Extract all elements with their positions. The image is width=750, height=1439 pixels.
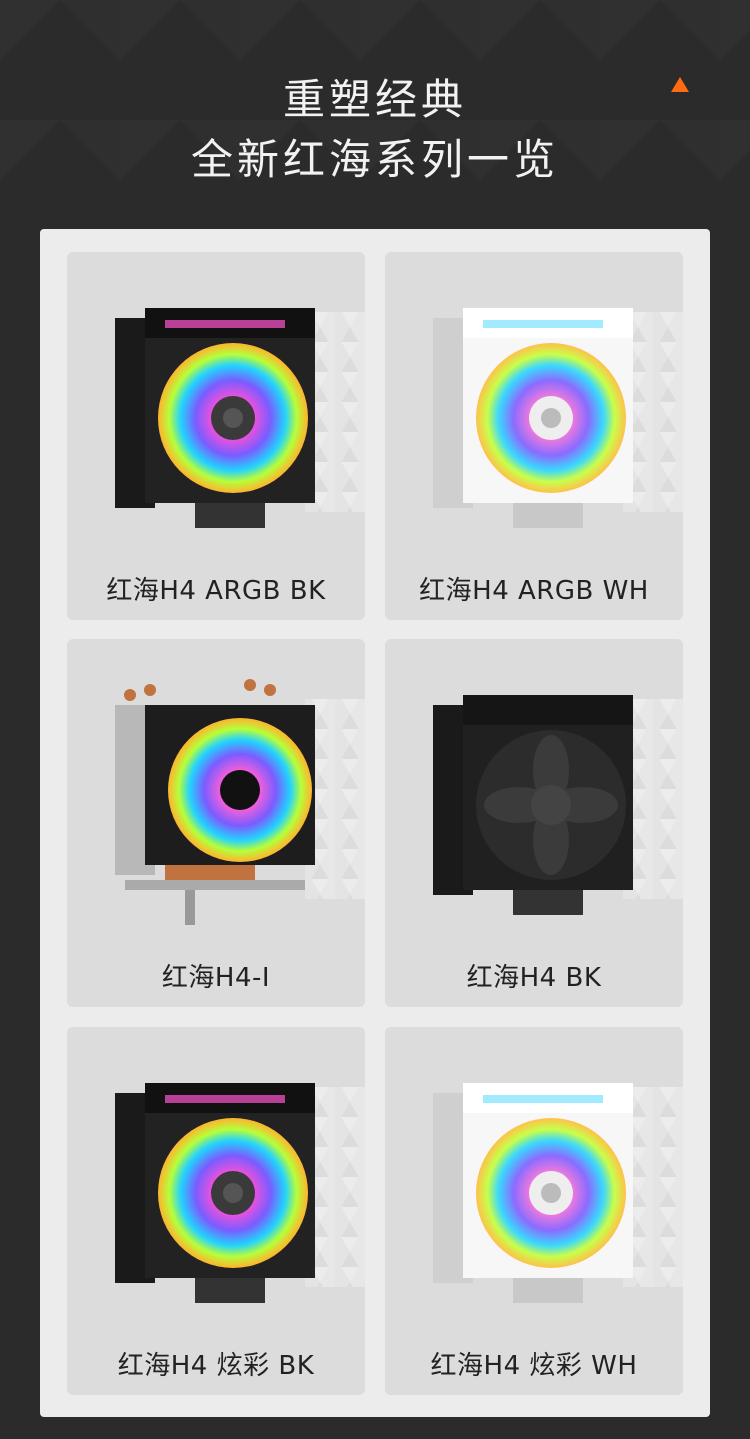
page-header: 重塑经典 全新红海系列一览 xyxy=(0,70,750,190)
product-label: 红海H4 BK xyxy=(466,963,602,993)
cpu-cooler-icon xyxy=(115,1083,315,1303)
cpu-cooler-icon xyxy=(433,308,633,528)
cpu-cooler-icon xyxy=(433,1083,633,1303)
product-card-rgb-wh[interactable]: 红海H4 炫彩 WH xyxy=(385,1027,683,1395)
cpu-cooler-icon xyxy=(115,308,315,528)
product-card-argb-wh[interactable]: 红海H4 ARGB WH xyxy=(385,252,683,620)
product-card-rgb-bk[interactable]: 红海H4 炫彩 BK xyxy=(67,1027,365,1395)
page-title-line-1: 重塑经典 xyxy=(282,75,467,124)
cpu-cooler-icon xyxy=(433,695,633,915)
product-label: 红海H4 炫彩 WH xyxy=(430,1351,638,1381)
product-card-argb-bk[interactable]: 红海H4 ARGB BK xyxy=(67,252,365,620)
product-grid: 红海H4 ARGB BK 红海H4 ARGB WH 红海H4-I 红海H4 BK… xyxy=(40,229,710,1417)
cpu-cooler-icon xyxy=(115,679,315,925)
product-label: 红海H4-I xyxy=(161,963,271,993)
product-card-h4-bk[interactable]: 红海H4 BK xyxy=(385,639,683,1007)
product-label: 红海H4 炫彩 BK xyxy=(117,1351,315,1381)
product-card-h4-i[interactable]: 红海H4-I xyxy=(67,639,365,1007)
page-title-line-2: 全新红海系列一览 xyxy=(190,135,559,184)
product-label: 红海H4 ARGB WH xyxy=(419,576,649,606)
product-label: 红海H4 ARGB BK xyxy=(106,576,326,606)
arrow-up-icon[interactable] xyxy=(671,77,689,92)
